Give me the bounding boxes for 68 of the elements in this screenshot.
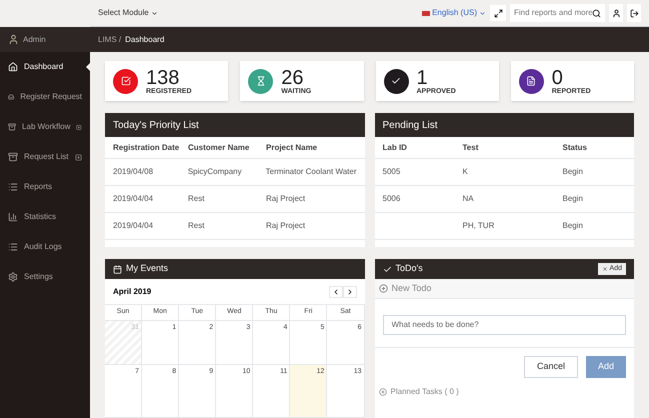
column-header: Customer Name <box>188 142 250 154</box>
module-select[interactable]: Select Module <box>98 7 158 19</box>
stat-value: 0 <box>552 68 563 88</box>
table-cell: Begin <box>562 194 583 203</box>
logout-icon <box>630 8 638 18</box>
search-icon <box>592 8 601 18</box>
table-cell: K <box>462 167 468 176</box>
sidebar-item[interactable]: Request List <box>0 142 90 172</box>
section-title: New Todo <box>392 282 432 295</box>
table-cell: NA <box>462 194 474 203</box>
language-select[interactable]: English (US) <box>422 7 486 19</box>
check-icon <box>382 264 392 274</box>
table-cell: Begin <box>562 221 583 230</box>
sidebar-item[interactable]: Dashboard <box>0 52 90 82</box>
breadcrumb-link[interactable]: LIMS / <box>98 34 122 46</box>
panel-header: Today's Priority List <box>105 113 364 137</box>
next-month-button[interactable] <box>342 286 356 298</box>
section-title: Planned Tasks ( 0 ) <box>390 386 459 398</box>
column-header: Project Name <box>266 142 318 154</box>
table-cell: 2019/04/08 <box>113 167 154 176</box>
caret-icon <box>479 10 486 16</box>
table-cell: Terminator Coolant Water <box>266 167 356 176</box>
close-icon <box>602 266 608 272</box>
sidebar-item[interactable]: Settings <box>0 262 90 292</box>
user-name: Admin <box>23 34 46 46</box>
calendar-icon <box>113 264 122 274</box>
stat-value: 138 <box>146 68 180 88</box>
table-cell: Raj Project <box>266 194 306 203</box>
sidebar-item[interactable]: Register Request <box>0 82 90 112</box>
sidebar-item[interactable]: Lab Workflow <box>0 112 90 142</box>
search-field[interactable]: Find reports and more <box>510 4 605 22</box>
column-header: Registration Date <box>113 142 180 154</box>
user-icon <box>612 8 620 18</box>
caret-icon <box>150 10 158 16</box>
expand-arrows-icon <box>494 8 502 18</box>
table-cell: Begin <box>562 167 583 176</box>
todo-input[interactable]: What needs to be done? <box>382 314 626 334</box>
table-cell: Rest <box>188 221 204 230</box>
stat-value: 26 <box>281 68 304 88</box>
table-cell: PH, TUR <box>462 221 494 230</box>
sidebar-item[interactable]: Reports <box>0 172 90 202</box>
cancel-button[interactable]: Cancel <box>524 356 578 378</box>
panel-title: My Events <box>126 262 168 276</box>
table-cell: 5005 <box>382 167 400 176</box>
logout-button[interactable] <box>627 4 641 22</box>
calendar-month: April 2019 <box>113 286 152 298</box>
table-cell: SpicyCompany <box>188 167 242 176</box>
panel-header: Pending List <box>374 113 634 137</box>
breadcrumb-current: Dashboard <box>125 34 164 46</box>
user-button[interactable] <box>609 4 623 22</box>
sidebar-item[interactable]: Audit Logs <box>0 232 90 262</box>
column-header: Test <box>462 142 480 154</box>
table-cell: 2019/04/04 <box>113 194 154 203</box>
fullscreen-button[interactable] <box>490 5 506 21</box>
table-cell: 2019/04/04 <box>113 221 154 230</box>
table-cell: 5006 <box>382 194 400 203</box>
column-header: Lab ID <box>382 142 408 154</box>
table-cell: Rest <box>188 194 204 203</box>
active-pointer-icon <box>86 63 90 71</box>
stat-value: 1 <box>416 68 428 88</box>
column-header: Status <box>562 142 588 154</box>
sidebar-item[interactable]: Statistics <box>0 202 90 232</box>
add-circle-icon <box>378 284 388 293</box>
previous-month-button[interactable] <box>328 286 342 298</box>
user-avatar-icon <box>8 34 19 45</box>
add-circle-icon <box>378 388 386 396</box>
table-cell: Raj Project <box>266 221 306 230</box>
panel-title: ToDo's <box>396 262 424 276</box>
